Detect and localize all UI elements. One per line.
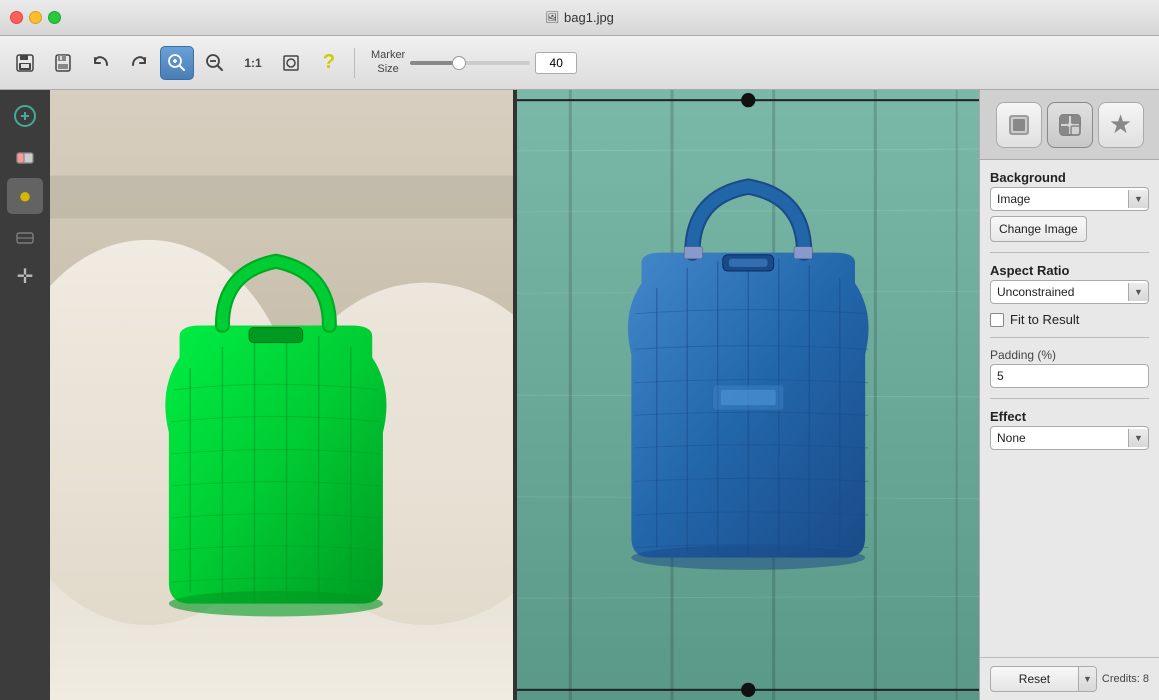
brush-tool-button[interactable]	[7, 218, 43, 254]
marker-size-group: Marker Size	[371, 49, 577, 75]
title-bar: 🖼 bag1.jpg	[0, 0, 1159, 36]
erase-tool-button[interactable]	[7, 138, 43, 174]
padding-section: Padding (%) ▲ ▼	[990, 348, 1149, 388]
right-panel-spacer	[980, 460, 1159, 657]
change-image-button[interactable]: Change Image	[990, 216, 1087, 242]
main-toolbar: 1:1 ? Marker Size	[0, 36, 1159, 90]
reset-button-row: Reset ▼	[990, 666, 1097, 692]
effect-section: Effect None Shadow Blur Glow ▼	[990, 409, 1149, 450]
fit-to-result-checkbox[interactable]	[990, 313, 1004, 327]
minimize-button[interactable]	[29, 11, 42, 24]
marker-size-label: Marker Size	[371, 49, 405, 75]
result-image	[517, 90, 980, 700]
section-divider-3	[990, 398, 1149, 399]
right-panel-footer: Reset ▼ Credits: 8	[980, 657, 1159, 700]
background-type-dropdown[interactable]: Image Color Transparent ▼	[990, 187, 1149, 211]
left-toolbar: ● ✛	[0, 90, 50, 700]
fit-to-result-label: Fit to Result	[1010, 312, 1079, 327]
credits-label: Credits: 8	[1102, 673, 1149, 685]
result-panel	[517, 90, 980, 700]
original-image	[50, 90, 513, 700]
background-label: Background	[990, 170, 1149, 185]
section-divider-1	[990, 252, 1149, 253]
window-title: 🖼 bag1.jpg	[545, 10, 614, 25]
maximize-button[interactable]	[48, 11, 61, 24]
undo-button[interactable]	[84, 46, 118, 80]
save-screen-button[interactable]	[8, 46, 42, 80]
file-icon: 🖼	[545, 11, 559, 24]
effect-arrow[interactable]: ▼	[1128, 429, 1148, 447]
background-type-select[interactable]: Image Color Transparent	[991, 188, 1128, 210]
effect-select[interactable]: None Shadow Blur Glow	[991, 427, 1128, 449]
add-tool-button[interactable]	[7, 98, 43, 134]
background-section: Background Image Color Transparent ▼ Cha…	[990, 170, 1149, 242]
fit-to-result-row: Fit to Result	[990, 312, 1149, 327]
zoom-out-button[interactable]	[198, 46, 232, 80]
help-button[interactable]: ?	[312, 46, 346, 80]
canvas-area	[50, 90, 979, 700]
close-button[interactable]	[10, 11, 23, 24]
move-tool-button[interactable]: ✛	[7, 258, 43, 294]
effect-dropdown[interactable]: None Shadow Blur Glow ▼	[990, 426, 1149, 450]
aspect-ratio-arrow[interactable]: ▼	[1128, 283, 1148, 301]
zoom-1-1-button[interactable]: 1:1	[236, 46, 270, 80]
effect-label: Effect	[990, 409, 1149, 424]
reset-dropdown-arrow[interactable]: ▼	[1078, 667, 1096, 691]
marker-size-input[interactable]	[535, 52, 577, 74]
padding-spinner: ▲ ▼	[990, 364, 1149, 388]
reset-button[interactable]: Reset	[991, 667, 1078, 691]
aspect-ratio-section: Aspect Ratio Unconstrained 1:1 4:3 16:9 …	[990, 263, 1149, 304]
redo-button[interactable]	[122, 46, 156, 80]
right-top-icons: ↓ ★	[980, 90, 1159, 160]
zoom-fit-button[interactable]	[274, 46, 308, 80]
save-button[interactable]	[46, 46, 80, 80]
layers-button[interactable]	[996, 102, 1042, 148]
padding-label: Padding (%)	[990, 348, 1149, 362]
zoom-in-button[interactable]	[160, 46, 194, 80]
color-tool-button[interactable]: ●	[7, 178, 43, 214]
original-panel	[50, 90, 513, 700]
background-type-arrow[interactable]: ▼	[1128, 190, 1148, 208]
aspect-ratio-label: Aspect Ratio	[990, 263, 1149, 278]
favorites-button[interactable]: ★	[1098, 102, 1144, 148]
padding-input[interactable]	[991, 365, 1149, 387]
window-controls	[10, 11, 61, 24]
marker-size-slider[interactable]	[410, 61, 530, 65]
toolbar-separator	[354, 48, 355, 78]
main-area: ● ✛	[0, 90, 1159, 700]
aspect-ratio-dropdown[interactable]: Unconstrained 1:1 4:3 16:9 ▼	[990, 280, 1149, 304]
section-divider-2	[990, 337, 1149, 338]
right-content: Background Image Color Transparent ▼ Cha…	[980, 160, 1159, 460]
aspect-ratio-select[interactable]: Unconstrained 1:1 4:3 16:9	[991, 281, 1128, 303]
right-panel: ↓ ★ Backg	[979, 90, 1159, 700]
marker-value-box	[535, 52, 577, 74]
composite-button[interactable]	[1047, 102, 1093, 148]
